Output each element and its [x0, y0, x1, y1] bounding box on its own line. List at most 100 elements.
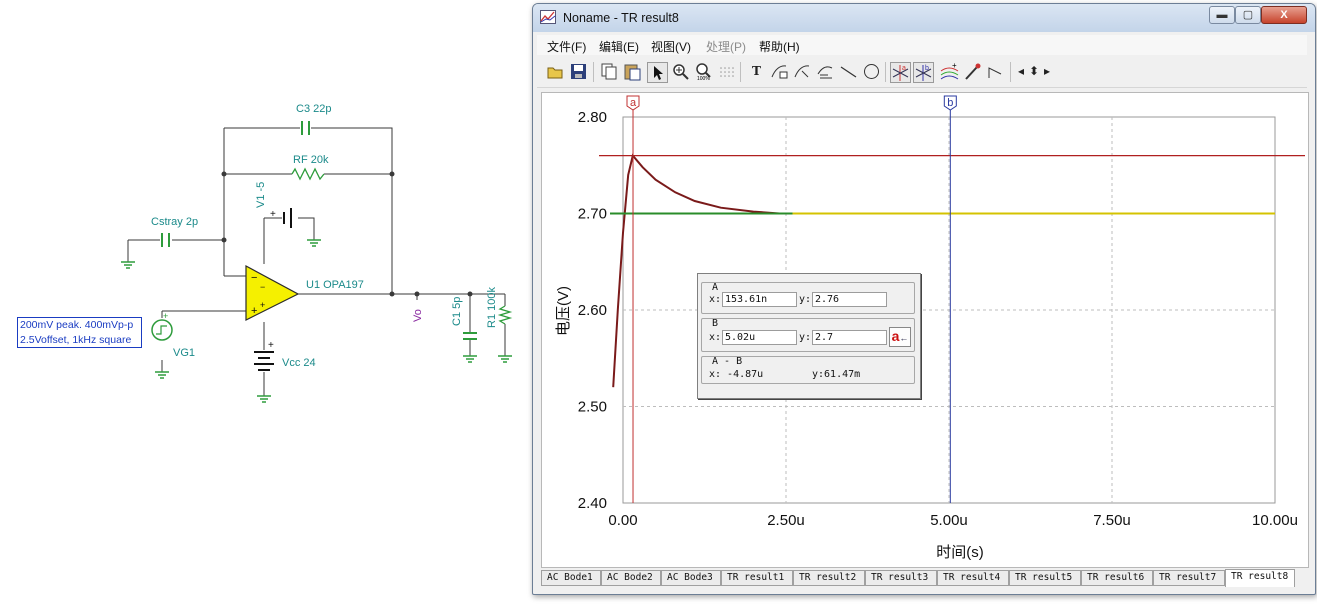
cursor-diff-group: A - B x: -4.87u y:61.47m — [701, 356, 915, 384]
svg-text:+: + — [270, 209, 276, 220]
cursor-diff-x: x: -4.87u — [709, 369, 764, 380]
tab-tr-result7[interactable]: TR result7 — [1153, 570, 1225, 586]
tab-tr-result1[interactable]: TR result1 — [721, 570, 793, 586]
menu-file[interactable]: 文件(F) — [547, 38, 586, 55]
tab-tr-result6[interactable]: TR result6 — [1081, 570, 1153, 586]
save-icon[interactable] — [568, 62, 589, 83]
cursor-diff-y: y:61.47m — [812, 369, 861, 380]
cursor-b-label: b — [947, 97, 953, 109]
transient-chart[interactable]: a b 0.00 2.50u 5.00u 7.50u 10.00u 2.80 2.70 2.60… — [542, 93, 1308, 567]
x-tick-label: 10.00u — [1252, 512, 1298, 529]
tab-ac-bode2[interactable]: AC Bode2 — [601, 570, 661, 586]
cursor-b-x-label: x: — [709, 332, 722, 343]
label-c1: C1 5p — [451, 297, 463, 326]
axis-label-icon[interactable] — [815, 62, 836, 83]
y-tick-label: 2.40 — [578, 495, 607, 512]
menu-bar: 文件(F) 编辑(E) 视图(V) 处理(P) 帮助(H) — [537, 35, 1307, 55]
result-tabs: AC Bode1 AC Bode2 AC Bode3 TR result1 TR res… — [541, 569, 1307, 589]
cursor-a-label: a — [630, 97, 637, 109]
probe-icon[interactable] — [962, 62, 983, 83]
right-arrow-icon[interactable]: ▸ — [1040, 62, 1054, 83]
cursor-b-group: B x: 5.02u y: 2.7 a← — [701, 318, 915, 352]
cursor-a-icon[interactable]: a — [890, 62, 911, 83]
cursor-a-x-label: x: — [709, 294, 722, 305]
copy-icon[interactable] — [599, 62, 620, 83]
label-vcc: Vcc 24 — [282, 357, 316, 369]
cursor-b-x-field[interactable]: 5.02u — [722, 330, 797, 345]
y-axis-title: 电压(V) — [555, 286, 572, 336]
tab-tr-result2[interactable]: TR result2 — [793, 570, 865, 586]
tr-result-window: Noname - TR result8 ▬ ▢ X 文件(F) 编辑(E) 视图… — [532, 3, 1316, 595]
y-tick-label: 2.60 — [578, 302, 607, 319]
maximize-button[interactable]: ▢ — [1235, 6, 1261, 24]
up-down-arrow-icon[interactable]: ⬍ — [1027, 62, 1041, 83]
left-arrow-icon[interactable]: ◂ — [1014, 62, 1028, 83]
cursor-diff-title: A - B — [712, 356, 743, 367]
tab-ac-bode3[interactable]: AC Bode3 — [661, 570, 721, 586]
text-icon[interactable]: T — [746, 62, 767, 83]
paste-icon[interactable] — [622, 62, 643, 83]
rf-resistor — [291, 167, 325, 181]
x-tick-label: 0.00 — [608, 512, 637, 529]
menu-edit[interactable]: 编辑(E) — [599, 38, 639, 55]
svg-text:+: + — [251, 305, 257, 317]
zoom-100-icon[interactable]: 100% — [693, 62, 714, 83]
menu-view[interactable]: 视图(V) — [651, 38, 691, 55]
y-tick-label: 2.50 — [578, 399, 607, 416]
svg-text:+: + — [952, 62, 957, 70]
plot-area[interactable]: a b 0.00 2.50u 5.00u 7.50u 10.00u 2.80 2.70 2.60… — [541, 92, 1309, 568]
label-c3: C3 22p — [296, 103, 331, 115]
svg-text:b: b — [925, 65, 929, 72]
window-title: Noname - TR result8 — [563, 11, 679, 25]
x-tick-label: 7.50u — [1093, 512, 1131, 529]
vg1-source — [151, 319, 173, 341]
cursor-b-y-label: y: — [799, 332, 812, 343]
app-icon — [540, 10, 556, 24]
source-line-1: 200mV peak. 400mVp-p — [20, 319, 134, 331]
pointer-icon[interactable] — [647, 62, 668, 83]
tab-ac-bode1[interactable]: AC Bode1 — [541, 570, 601, 586]
menu-process[interactable]: 处理(P) — [706, 38, 746, 55]
svg-text:+: + — [260, 300, 265, 310]
label-u1: U1 OPA197 — [306, 279, 364, 291]
cursor-b-y-field[interactable]: 2.7 — [812, 330, 887, 345]
svg-text:−: − — [251, 272, 257, 284]
tab-tr-result4[interactable]: TR result4 — [937, 570, 1009, 586]
curve-label2-icon[interactable] — [792, 62, 813, 83]
label-rf: RF 20k — [293, 154, 329, 166]
swap-cursor-button[interactable]: a← — [889, 327, 911, 347]
step-icon[interactable] — [985, 62, 1006, 83]
menu-help[interactable]: 帮助(H) — [759, 38, 800, 55]
grid-icon[interactable] — [716, 62, 737, 83]
svg-text:100%: 100% — [697, 76, 710, 81]
close-button[interactable]: X — [1261, 6, 1307, 24]
svg-text:a: a — [902, 65, 906, 72]
cursor-a-title: A — [712, 282, 719, 293]
r1-resistor — [497, 305, 513, 325]
x-tick-label: 5.00u — [930, 512, 968, 529]
y-tick-label: 2.80 — [578, 109, 607, 126]
open-icon[interactable] — [545, 62, 566, 83]
zoom-in-icon[interactable] — [670, 62, 691, 83]
minimize-button[interactable]: ▬ — [1209, 6, 1235, 24]
cursor-a-group: A x: 153.61n y: 2.76 — [701, 282, 915, 314]
cursor-b-icon[interactable]: b — [913, 62, 934, 83]
curve-label-icon[interactable] — [769, 62, 790, 83]
toolbar: 100% T a b + ◂ ⬍ ▸ — [537, 57, 1307, 88]
line-icon[interactable] — [838, 62, 859, 83]
tab-tr-result5[interactable]: TR result5 — [1009, 570, 1081, 586]
tab-tr-result3[interactable]: TR result3 — [865, 570, 937, 586]
label-vo: Vo — [412, 309, 424, 322]
tab-tr-result8[interactable]: TR result8 — [1225, 569, 1295, 587]
source-line-2: 2.5Voffset, 1kHz square — [20, 334, 132, 346]
add-trace-icon[interactable]: + — [939, 61, 960, 83]
cursor-a-y-field[interactable]: 2.76 — [812, 292, 887, 307]
cursor-b-title: B — [712, 318, 719, 329]
title-bar[interactable]: Noname - TR result8 ▬ ▢ X — [533, 4, 1315, 32]
label-r1: R1 100k — [486, 287, 498, 328]
x-axis-title: 时间(s) — [936, 544, 984, 561]
cursor-a-x-field[interactable]: 153.61n — [722, 292, 797, 307]
source-annotation: 200mV peak. 400mVp-p 2.5Voffset, 1kHz sq… — [17, 317, 142, 348]
label-cstray: Cstray 2p — [151, 216, 198, 228]
circle-icon[interactable] — [861, 62, 882, 83]
